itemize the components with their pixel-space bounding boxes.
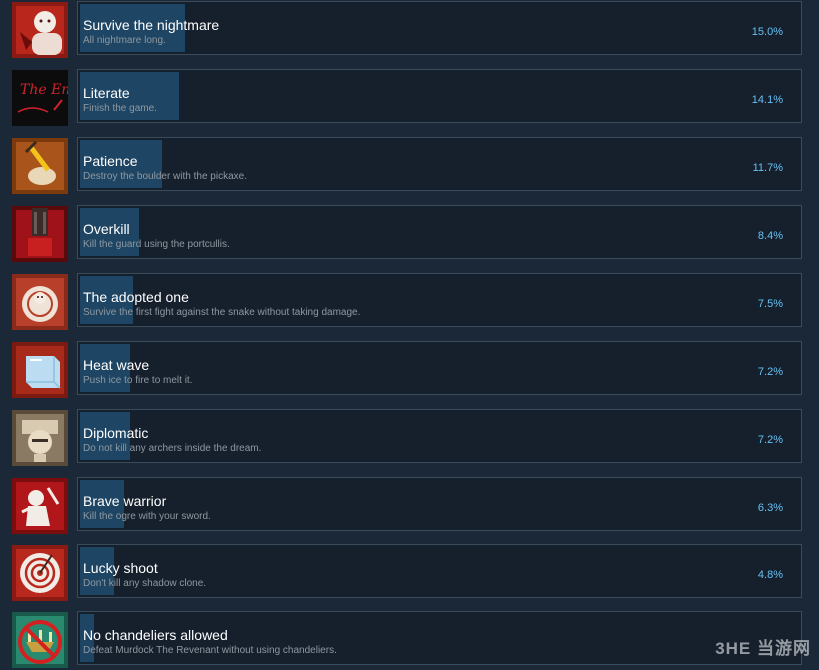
target-icon: [12, 545, 68, 601]
achievement-panel: Survive the nightmare All nightmare long…: [77, 1, 802, 55]
unlock-percent: 11.7%: [753, 162, 783, 175]
achievement-title: Lucky shoot: [83, 560, 158, 576]
achievement-panel: Brave warrior Kill the ogre with your sw…: [77, 477, 802, 531]
achievement-description: Survive the first fight against the snak…: [83, 307, 360, 319]
achievement-title: Brave warrior: [83, 493, 166, 509]
achievement-list: Survive the nightmare All nightmare long…: [0, 0, 819, 663]
portcullis-icon: [12, 206, 68, 262]
coiled-snake-icon: [12, 274, 68, 330]
unlock-percent: 15.0%: [752, 26, 783, 39]
achievement-description: Destroy the boulder with the pickaxe.: [83, 171, 247, 183]
achievement-panel: The adopted one Survive the first fight …: [77, 273, 802, 327]
knight-helmet-icon: [12, 410, 68, 466]
achievement-row[interactable]: The End Literate Finish the game. 14.1%: [0, 68, 819, 128]
achievement-description: Kill the guard using the portcullis.: [83, 239, 230, 251]
achievement-row[interactable]: Heat wave Push ice to fire to melt it. 7…: [0, 340, 819, 400]
no-chandelier-icon: [12, 612, 68, 668]
achievement-description: Push ice to fire to melt it.: [83, 375, 193, 387]
achievement-description: Do not kill any archers inside the dream…: [83, 443, 261, 455]
pickaxe-icon: [12, 138, 68, 194]
achievement-description: Don't kill any shadow clone.: [83, 578, 206, 590]
the-end-icon: The End: [12, 70, 68, 126]
achievement-panel: Diplomatic Do not kill any archers insid…: [77, 409, 802, 463]
achievement-panel: Literate Finish the game. 14.1%: [77, 69, 802, 123]
achievement-row[interactable]: Patience Destroy the boulder with the pi…: [0, 136, 819, 196]
achievement-title: No chandeliers allowed: [83, 627, 228, 643]
unlock-percent: 7.5%: [758, 298, 783, 311]
unlock-percent: 7.2%: [758, 434, 783, 447]
achievement-row[interactable]: Brave warrior Kill the ogre with your sw…: [0, 476, 819, 536]
bald-man-icon: [12, 2, 68, 58]
achievement-row[interactable]: No chandeliers allowed Defeat Murdock Th…: [0, 610, 819, 670]
the-end-text: The End: [20, 82, 68, 98]
achievement-title: Diplomatic: [83, 425, 148, 441]
achievement-description: Kill the ogre with your sword.: [83, 511, 211, 523]
achievement-title: Heat wave: [83, 357, 149, 373]
achievement-title: Patience: [83, 153, 137, 169]
achievement-panel: Lucky shoot Don't kill any shadow clone.…: [77, 544, 802, 598]
achievement-panel: Heat wave Push ice to fire to melt it. 7…: [77, 341, 802, 395]
achievement-description: All nightmare long.: [83, 35, 166, 47]
achievement-row[interactable]: The adopted one Survive the first fight …: [0, 272, 819, 332]
achievement-panel: Overkill Kill the guard using the portcu…: [77, 205, 802, 259]
achievement-title: The adopted one: [83, 289, 189, 305]
site-watermark: 3HE 当游网: [715, 634, 811, 659]
achievement-panel: No chandeliers allowed Defeat Murdock Th…: [77, 611, 802, 665]
ice-block-icon: [12, 342, 68, 398]
achievement-title: Literate: [83, 85, 130, 101]
achievement-row[interactable]: Survive the nightmare All nightmare long…: [0, 0, 819, 60]
achievement-panel: Patience Destroy the boulder with the pi…: [77, 137, 802, 191]
unlock-percent: 8.4%: [758, 230, 783, 243]
achievement-title: Overkill: [83, 221, 130, 237]
unlock-percent: 4.8%: [758, 569, 783, 582]
achievement-title: Survive the nightmare: [83, 17, 219, 33]
unlock-percent: 6.3%: [758, 502, 783, 515]
warrior-icon: [12, 478, 68, 534]
achievement-row[interactable]: Lucky shoot Don't kill any shadow clone.…: [0, 543, 819, 603]
unlock-percent: 14.1%: [752, 94, 783, 107]
achievement-row[interactable]: Overkill Kill the guard using the portcu…: [0, 204, 819, 264]
achievement-description: Defeat Murdock The Revenant without usin…: [83, 645, 337, 657]
achievement-row[interactable]: Diplomatic Do not kill any archers insid…: [0, 408, 819, 468]
achievement-description: Finish the game.: [83, 103, 157, 115]
unlock-percent: 7.2%: [758, 366, 783, 379]
